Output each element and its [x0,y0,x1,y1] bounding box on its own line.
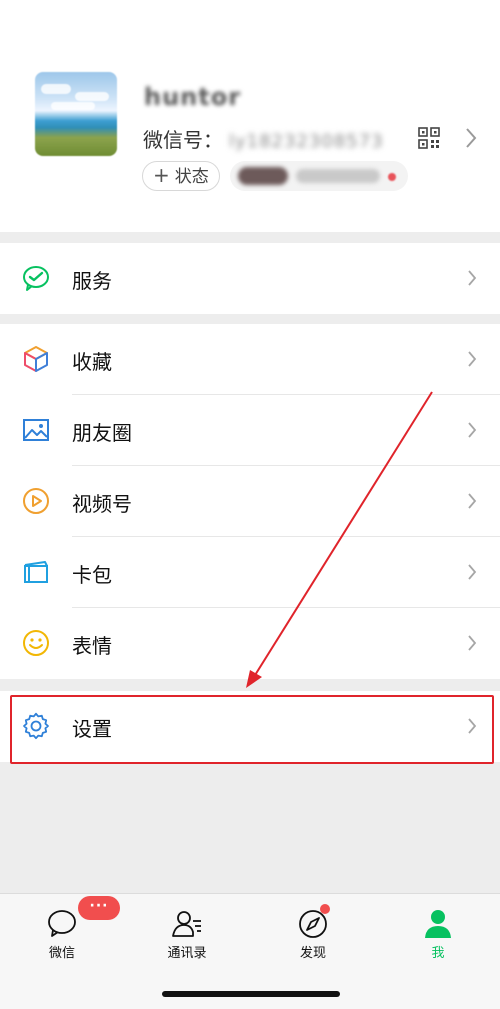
channels-play-icon [23,488,49,514]
nickname: huntor [144,83,242,111]
menu-label-service: 服务 [72,269,112,293]
gear-icon [23,712,49,740]
chevron-right-icon [468,635,477,651]
friends-status-preview[interactable] [230,161,408,191]
settings-section: 设置 [0,691,500,762]
friends-avatars [238,167,288,185]
chevron-right-icon [468,270,477,286]
menu-label-favorites: 收藏 [72,350,112,374]
wechat-id-row: 微信号： ly18232308573 [143,124,384,153]
favorites-cube-icon [24,346,48,372]
menu-item-favorites[interactable]: 收藏 [0,324,500,395]
menu-item-channels[interactable]: 视频号 [0,466,500,537]
menu-label-cards: 卡包 [72,563,112,587]
menu-item-service[interactable]: 服务 [0,243,500,314]
tab-label-me: 我 [431,946,445,961]
profile-header[interactable]: huntor 微信号： ly18232308573 + 状态 [0,0,500,232]
contacts-icon [172,911,201,937]
tab-chats[interactable]: 微信 ··· [12,894,120,974]
wechat-id-value: ly18232308573 [229,131,384,152]
tab-label-discover: 发现 [299,946,326,961]
service-section: 服务 [0,243,500,314]
discover-dot-badge [320,904,330,914]
menu-item-moments[interactable]: 朋友圈 [0,395,500,466]
menu-label-settings: 设置 [72,717,112,741]
home-indicator [162,991,340,997]
chevron-right-icon [468,351,477,367]
menu-label-stickers: 表情 [72,634,112,658]
status-button-label: 状态 [174,167,209,187]
wechat-id-label: 微信号： [143,128,223,152]
avatar[interactable] [35,72,117,156]
person-icon [425,910,451,938]
card-wallet-icon [24,561,48,583]
service-icon [23,266,49,291]
chat-bubble-icon [48,910,76,937]
menu-item-stickers[interactable]: 表情 [0,608,500,679]
qr-code-icon[interactable] [418,127,440,149]
tab-me[interactable]: 我 [388,894,488,974]
profile-chevron-right-icon [466,128,477,148]
tab-contacts[interactable]: 通讯录 [137,894,237,974]
chevron-right-icon [468,718,477,734]
friends-status-text [296,169,380,183]
chevron-right-icon [468,564,477,580]
tab-discover[interactable]: 发现 [263,894,363,974]
moments-picture-icon [23,419,49,441]
smiley-face-icon [23,630,49,656]
menu-item-settings[interactable]: 设置 [0,691,500,762]
menu-label-moments: 朋友圈 [72,421,132,445]
tab-label-chats: 微信 [48,946,75,961]
tab-label-contacts: 通讯录 [167,946,207,961]
menu-label-channels: 视频号 [72,492,132,516]
features-section: 收藏 朋友圈 视频号 卡包 表情 [0,324,500,679]
menu-item-cards[interactable]: 卡包 [0,537,500,608]
chevron-right-icon [468,422,477,438]
chevron-right-icon [468,493,477,509]
status-dot [388,173,396,181]
add-status-button[interactable]: + 状态 [142,161,220,191]
plus-icon: + [153,163,170,187]
unread-badge: ··· [78,896,120,920]
